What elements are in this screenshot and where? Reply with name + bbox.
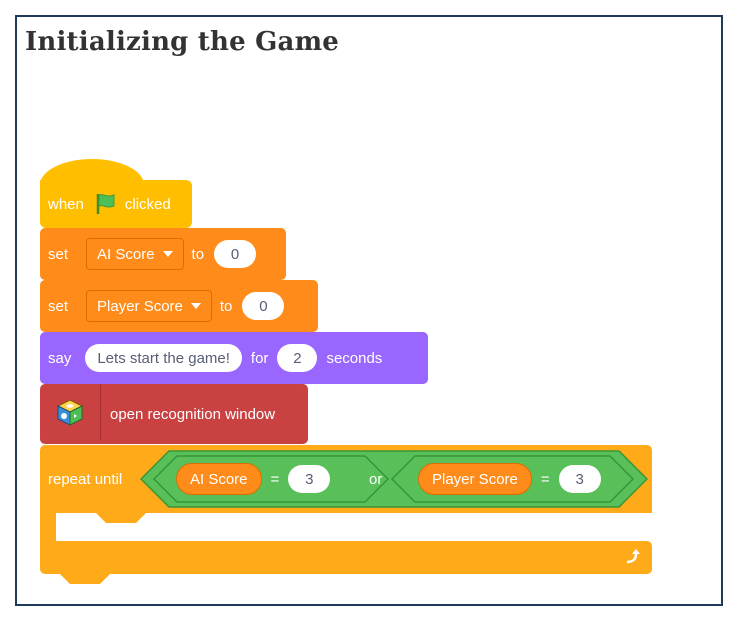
equals-label: =	[540, 470, 550, 488]
repeat-until-label: repeat until	[48, 470, 123, 488]
to-label: to	[219, 297, 233, 315]
ai-score-reporter[interactable]: AI Score	[176, 463, 262, 495]
when-flag-clicked-block[interactable]: when clicked	[40, 180, 192, 228]
green-flag-icon	[94, 192, 118, 216]
chevron-down-icon	[162, 251, 173, 257]
recognition-cube-icon	[40, 384, 101, 440]
or-label: or	[369, 470, 383, 488]
player-score-reporter[interactable]: Player Score	[418, 463, 532, 495]
value-input[interactable]: 0	[242, 292, 285, 320]
repeat-until-arm	[40, 513, 56, 541]
set-player-score-block[interactable]: set Player Score to 0	[40, 280, 318, 332]
compare-value-input[interactable]: 3	[288, 465, 331, 493]
set-label: set	[48, 297, 69, 315]
clicked-label: clicked	[124, 195, 171, 213]
equals-label: =	[270, 470, 280, 488]
say-for-seconds-block[interactable]: say Lets start the game! for 2 seconds	[40, 332, 428, 384]
seconds-label: seconds	[326, 349, 383, 367]
message-input[interactable]: Lets start the game!	[85, 344, 242, 372]
to-label: to	[191, 245, 205, 263]
say-label: say	[48, 349, 72, 367]
when-label: when	[48, 195, 84, 213]
set-label: set	[48, 245, 69, 263]
dropdown-value: AI Score	[97, 245, 155, 263]
page-title: Initializing the Game	[25, 27, 340, 57]
value-input[interactable]: 0	[214, 240, 257, 268]
variable-dropdown-player-score[interactable]: Player Score	[86, 290, 212, 322]
open-recognition-window-label: open recognition window	[110, 405, 276, 423]
variable-dropdown-ai-score[interactable]: AI Score	[86, 238, 184, 270]
open-recognition-window-block[interactable]: open recognition window	[40, 384, 308, 444]
set-ai-score-block[interactable]: set AI Score to 0	[40, 228, 286, 280]
seconds-input[interactable]: 2	[277, 344, 318, 372]
dropdown-value: Player Score	[97, 297, 183, 315]
c-block-notch	[96, 513, 146, 523]
chevron-down-icon	[190, 303, 201, 309]
compare-value-input[interactable]: 3	[558, 465, 601, 493]
repeat-until-footer	[40, 541, 652, 574]
loop-arrow-icon	[624, 548, 642, 571]
for-label: for	[250, 349, 269, 367]
repeat-until-block[interactable]: repeat until AI Score = 3 or Player Scor…	[40, 445, 652, 584]
